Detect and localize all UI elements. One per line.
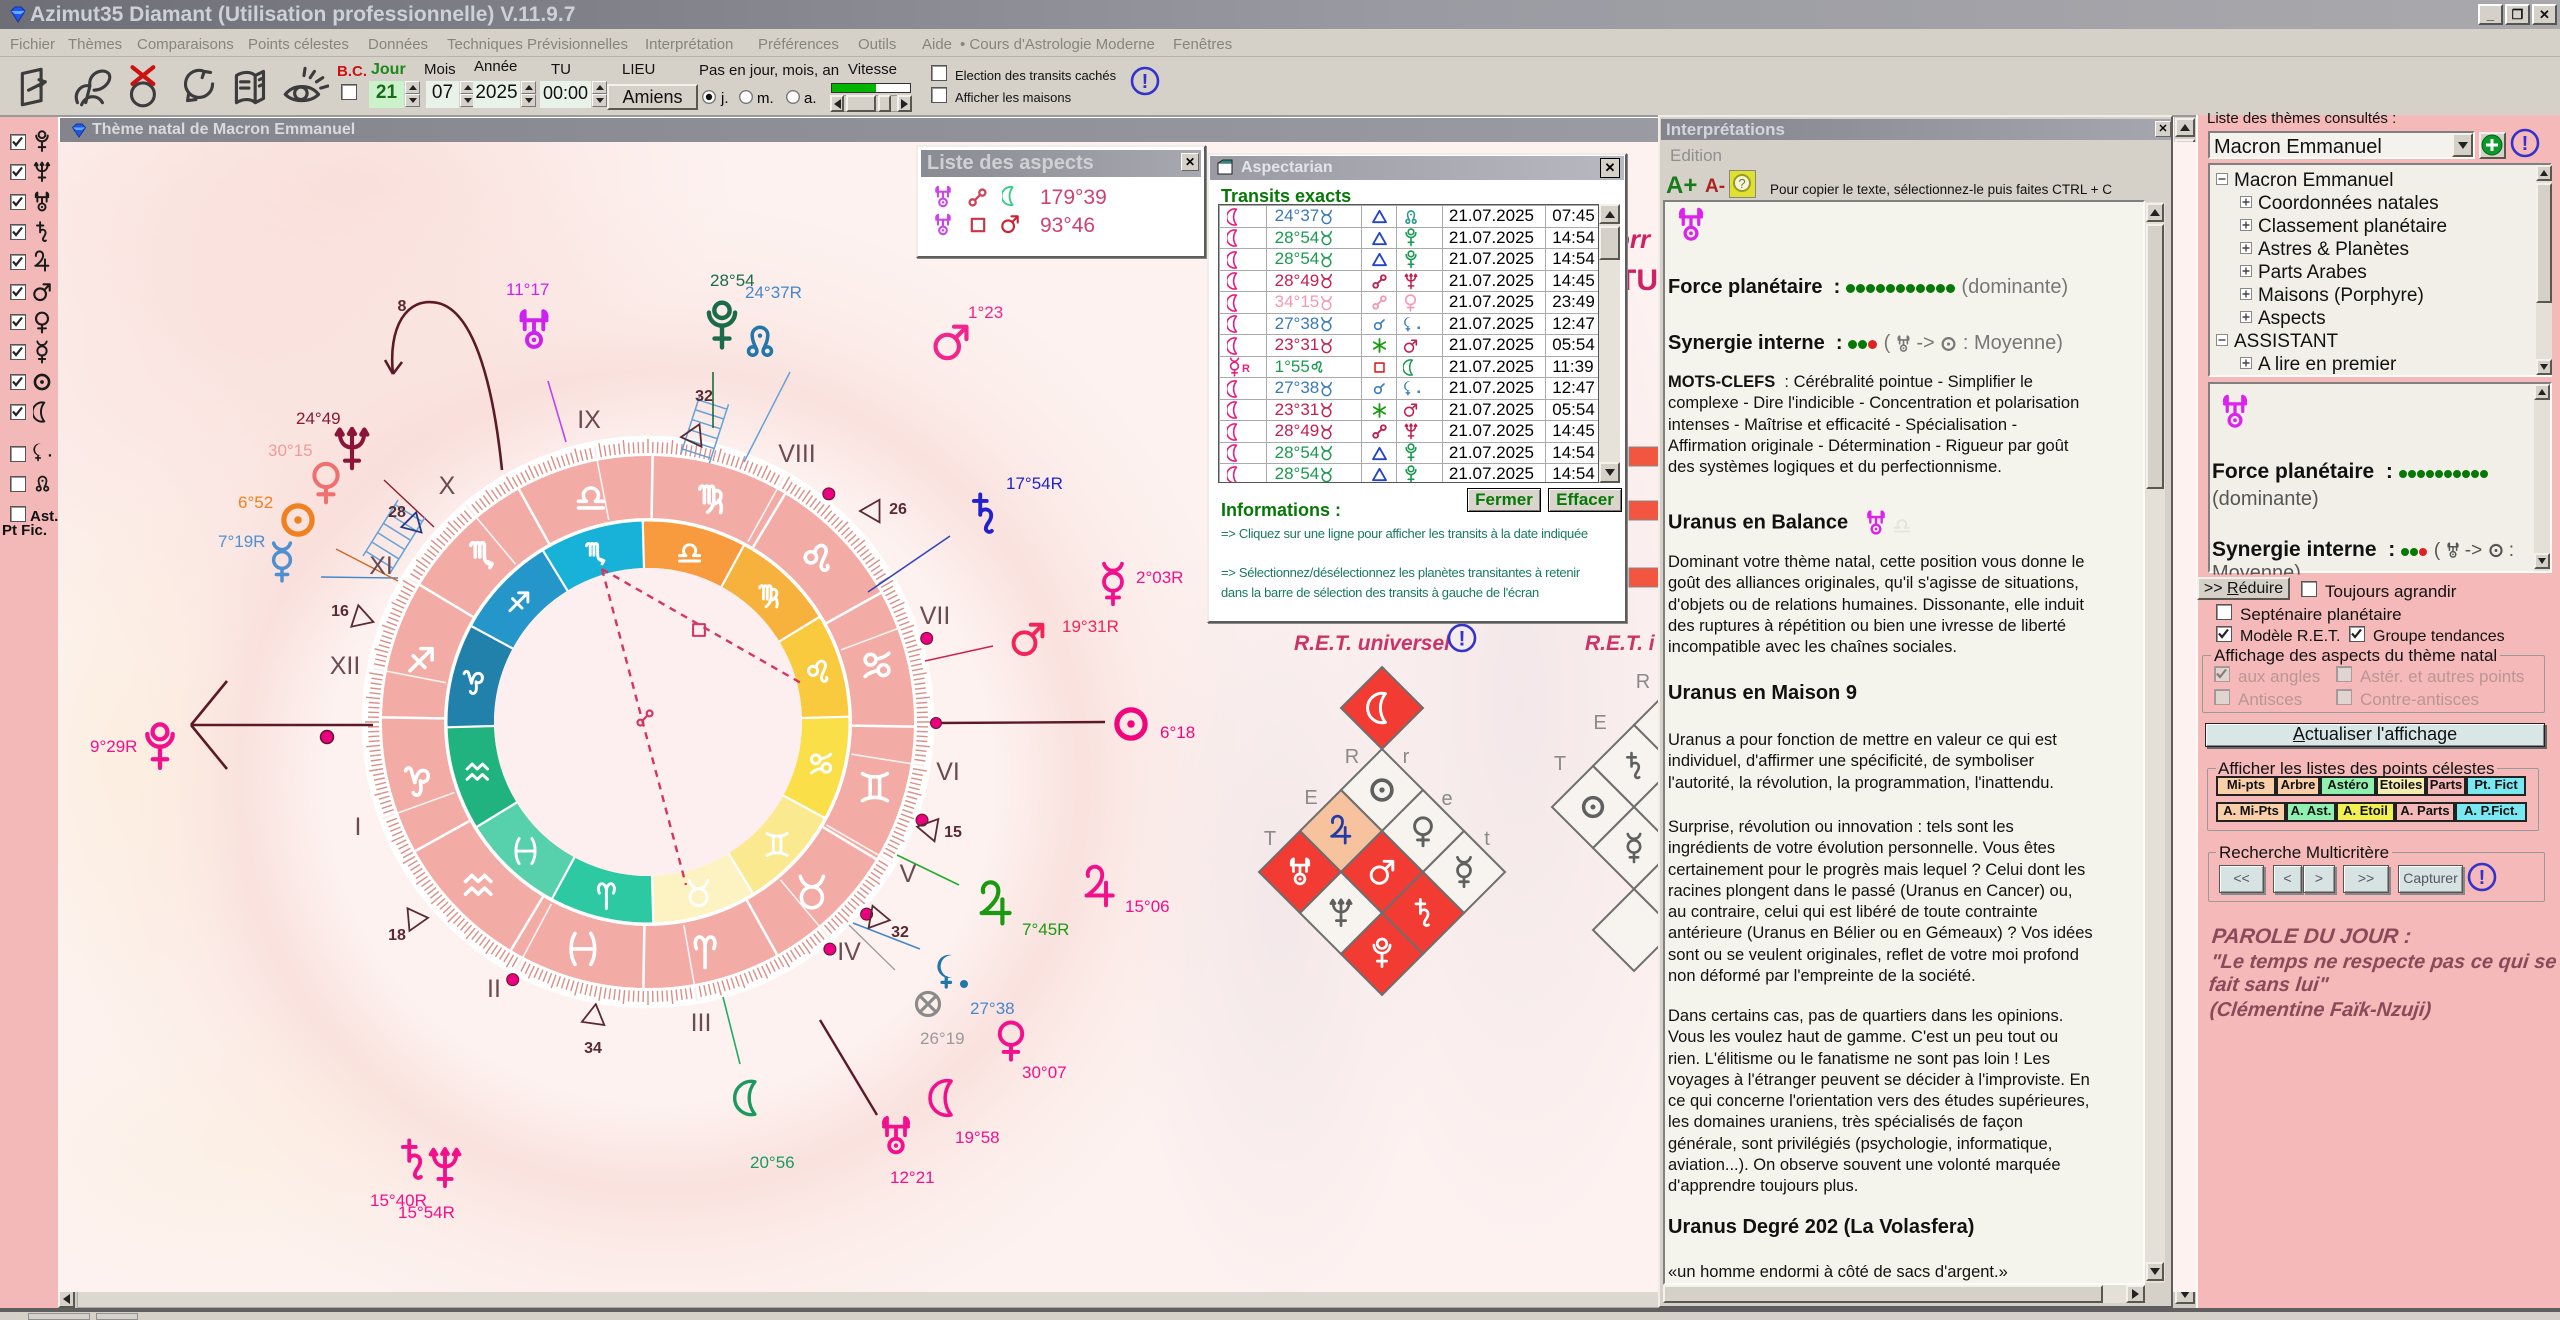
svg-text:24°37R: 24°37R — [745, 283, 802, 302]
svg-text:X: X — [439, 472, 456, 500]
svg-text:III: III — [691, 1009, 712, 1037]
svg-text:?: ? — [1738, 176, 1745, 191]
svg-text:6°52: 6°52 — [238, 493, 273, 512]
svg-text:7°45R: 7°45R — [1022, 920, 1069, 939]
svg-text:19°58: 19°58 — [955, 1128, 1000, 1147]
svg-text:26: 26 — [889, 501, 907, 518]
svg-text:VIII: VIII — [778, 440, 816, 468]
svg-text:I: I — [355, 813, 362, 841]
svg-text:IV: IV — [837, 938, 861, 966]
svg-text:IX: IX — [577, 406, 601, 434]
svg-text:!: ! — [1142, 71, 1149, 93]
svg-text:17°54R: 17°54R — [1006, 474, 1063, 493]
svg-text:!: ! — [2522, 133, 2529, 155]
svg-text:2°03R: 2°03R — [1136, 568, 1183, 587]
svg-text:E: E — [1304, 787, 1317, 809]
svg-text:!: ! — [2479, 867, 2486, 889]
svg-text:7°19R: 7°19R — [218, 532, 265, 551]
svg-text:t: t — [1484, 828, 1490, 850]
svg-text:12°21: 12°21 — [890, 1168, 935, 1187]
svg-text:T: T — [1264, 828, 1276, 850]
svg-text:XII: XII — [330, 652, 361, 680]
svg-text:16: 16 — [331, 603, 349, 620]
svg-text:28: 28 — [388, 504, 406, 521]
svg-text:15°06: 15°06 — [1125, 897, 1170, 916]
svg-text:18: 18 — [388, 927, 406, 944]
svg-text:20°56: 20°56 — [750, 1153, 795, 1172]
svg-text:9°29R: 9°29R — [90, 737, 137, 756]
svg-text:15°54R: 15°54R — [398, 1203, 455, 1222]
svg-text:11°17: 11°17 — [506, 280, 549, 299]
svg-text:24°49: 24°49 — [296, 409, 341, 428]
svg-text:V: V — [900, 860, 917, 888]
svg-text:R: R — [1636, 671, 1650, 693]
svg-text:VII: VII — [920, 602, 951, 630]
svg-text:32: 32 — [695, 388, 713, 405]
svg-text:30°07: 30°07 — [1022, 1063, 1067, 1082]
svg-text:19°31R: 19°31R — [1062, 617, 1119, 636]
svg-text:II: II — [487, 975, 501, 1003]
svg-text:27°38: 27°38 — [970, 999, 1015, 1018]
svg-text:32: 32 — [891, 924, 909, 941]
svg-text:XI: XI — [369, 552, 393, 580]
svg-text:34: 34 — [584, 1040, 602, 1057]
svg-text:r: r — [1403, 746, 1410, 768]
svg-text:30°15: 30°15 — [268, 441, 313, 460]
svg-text:!: ! — [1459, 628, 1466, 651]
svg-text:26°19: 26°19 — [920, 1029, 965, 1048]
svg-text:T: T — [1554, 753, 1566, 775]
svg-text:6°18: 6°18 — [1160, 723, 1195, 742]
svg-text:8: 8 — [398, 298, 407, 315]
svg-text:E: E — [1593, 712, 1606, 734]
svg-text:R: R — [1345, 746, 1359, 768]
svg-text:VI: VI — [936, 758, 960, 786]
svg-text:15: 15 — [944, 824, 962, 841]
svg-text:R.E.T. i: R.E.T. i — [1585, 632, 1656, 655]
svg-text:R.E.T. universel: R.E.T. universel — [1294, 632, 1451, 655]
svg-text:e: e — [1441, 788, 1452, 810]
svg-text:1°23: 1°23 — [968, 303, 1003, 322]
